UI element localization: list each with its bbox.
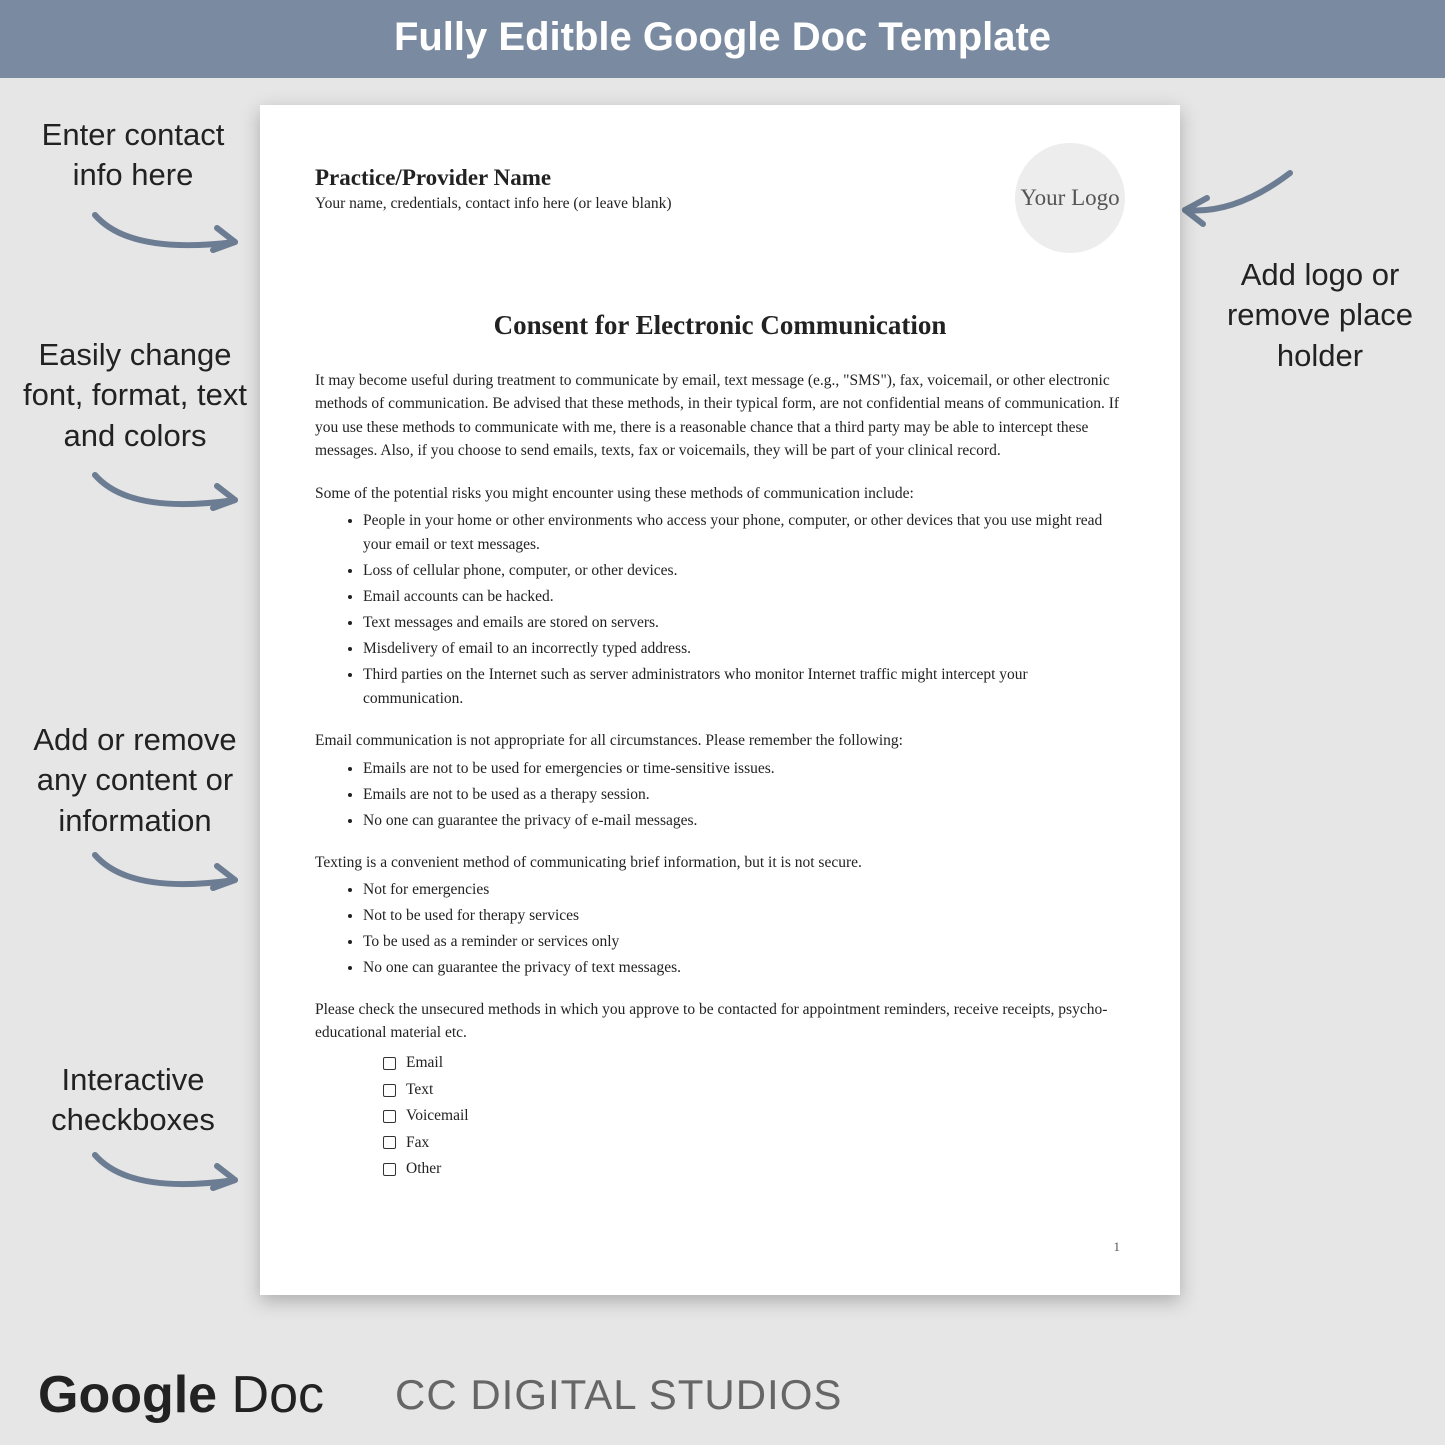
checkbox-item[interactable]: Voicemail xyxy=(383,1103,1125,1129)
text-intro[interactable]: Texting is a convenient method of commun… xyxy=(315,851,1125,874)
list-item[interactable]: Third parties on the Internet such as se… xyxy=(363,663,1125,711)
checkbox-icon[interactable] xyxy=(383,1084,396,1097)
paragraph-intro[interactable]: It may become useful during treatment to… xyxy=(315,369,1125,462)
doc-title[interactable]: Consent for Electronic Communication xyxy=(315,310,1125,341)
check-intro[interactable]: Please check the unsecured methods in wh… xyxy=(315,998,1125,1045)
callout-checkboxes: Interactive checkboxes xyxy=(18,1060,248,1141)
risks-list[interactable]: People in your home or other environment… xyxy=(363,509,1125,711)
checkbox-list: Email Text Voicemail Fax Other xyxy=(383,1050,1125,1182)
list-item[interactable]: To be used as a reminder or services onl… xyxy=(363,930,1125,954)
checkbox-icon[interactable] xyxy=(383,1136,396,1149)
list-item[interactable]: Not to be used for therapy services xyxy=(363,904,1125,928)
callout-content: Add or remove any content or information xyxy=(10,720,260,841)
list-item[interactable]: Loss of cellular phone, computer, or oth… xyxy=(363,559,1125,583)
email-intro[interactable]: Email communication is not appropriate f… xyxy=(315,729,1125,752)
practice-name[interactable]: Practice/Provider Name xyxy=(315,165,1125,191)
page-number: 1 xyxy=(1114,1239,1121,1255)
arrow-icon xyxy=(80,840,260,910)
arrow-icon xyxy=(80,460,260,530)
checkbox-item[interactable]: Fax xyxy=(383,1130,1125,1156)
brand-bold: Google xyxy=(38,1366,217,1424)
list-item[interactable]: Text messages and emails are stored on s… xyxy=(363,611,1125,635)
page-title-bar: Fully Editble Google Doc Template xyxy=(0,0,1445,78)
checkbox-icon[interactable] xyxy=(383,1057,396,1070)
arrow-icon xyxy=(80,200,260,270)
list-item[interactable]: People in your home or other environment… xyxy=(363,509,1125,557)
brand-light: Doc xyxy=(217,1366,324,1424)
footer-brand: Google Doc xyxy=(38,1365,324,1425)
email-list[interactable]: Emails are not to be used for emergencie… xyxy=(363,757,1125,833)
checkbox-item[interactable]: Other xyxy=(383,1156,1125,1182)
list-item[interactable]: Emails are not to be used for emergencie… xyxy=(363,757,1125,781)
arrow-icon xyxy=(80,1140,260,1210)
footer-studio: CC DIGITAL STUDIOS xyxy=(395,1371,842,1419)
arrow-icon xyxy=(1165,155,1305,235)
list-item[interactable]: No one can guarantee the privacy of text… xyxy=(363,956,1125,980)
checkbox-item[interactable]: Email xyxy=(383,1050,1125,1076)
callout-contact: Enter contact info here xyxy=(18,115,248,196)
document-page: Practice/Provider Name Your name, creden… xyxy=(260,105,1180,1295)
list-item[interactable]: Misdelivery of email to an incorrectly t… xyxy=(363,637,1125,661)
list-item[interactable]: Not for emergencies xyxy=(363,878,1125,902)
doc-header: Practice/Provider Name Your name, creden… xyxy=(315,165,1125,285)
checkbox-item[interactable]: Text xyxy=(383,1077,1125,1103)
checkbox-icon[interactable] xyxy=(383,1110,396,1123)
checkbox-icon[interactable] xyxy=(383,1163,396,1176)
risks-intro[interactable]: Some of the potential risks you might en… xyxy=(315,482,1125,505)
list-item[interactable]: Emails are not to be used as a therapy s… xyxy=(363,783,1125,807)
logo-placeholder[interactable]: Your Logo xyxy=(1015,143,1125,253)
page-title: Fully Editble Google Doc Template xyxy=(394,15,1051,59)
practice-subtitle[interactable]: Your name, credentials, contact info her… xyxy=(315,195,1125,213)
list-item[interactable]: No one can guarantee the privacy of e-ma… xyxy=(363,809,1125,833)
list-item[interactable]: Email accounts can be hacked. xyxy=(363,585,1125,609)
callout-logo: Add logo or remove place holder xyxy=(1210,255,1430,376)
callout-font: Easily change font, format, text and col… xyxy=(10,335,260,456)
text-list[interactable]: Not for emergencies Not to be used for t… xyxy=(363,878,1125,980)
